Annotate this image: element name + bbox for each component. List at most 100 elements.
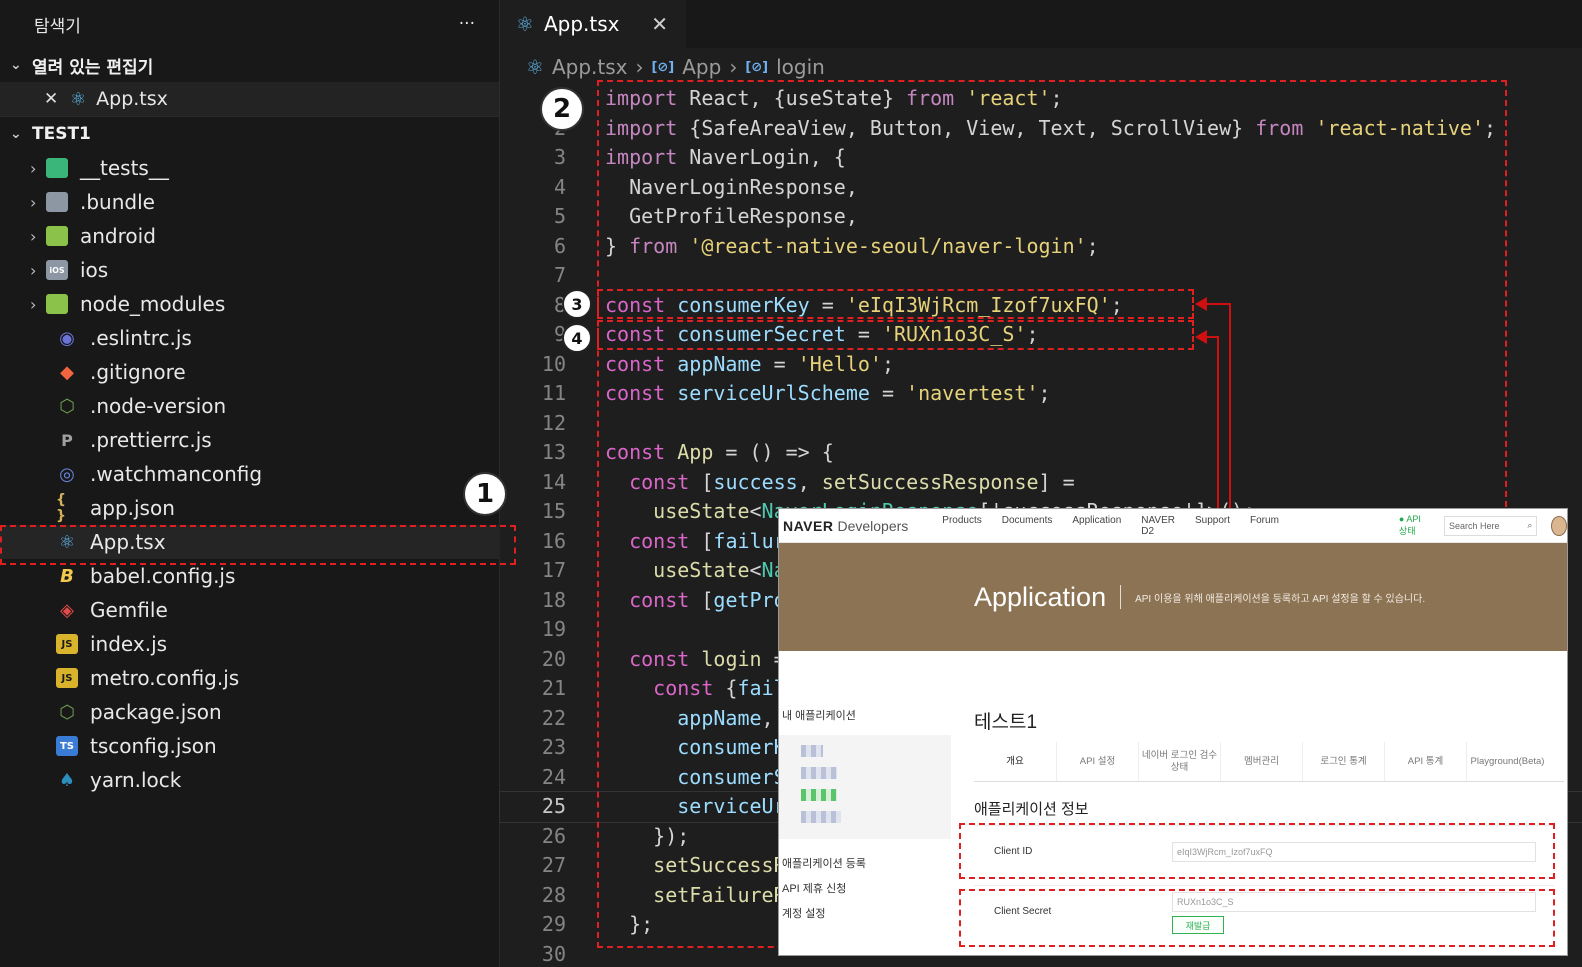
tab-app-tsx[interactable]: ⚛ App.tsx ✕ — [500, 0, 686, 48]
line-number: 10 — [541, 351, 566, 376]
line-number: 30 — [541, 941, 566, 966]
tree-item-yarn-lock[interactable]: ♠ yarn.lock — [0, 763, 500, 797]
tree-item-node-modules[interactable]: › node_modules — [0, 287, 500, 321]
folder-node-icon — [46, 294, 68, 314]
line-number: 28 — [541, 882, 566, 907]
tree-item-index-js[interactable]: JS index.js — [0, 627, 500, 661]
tab-overview[interactable]: 개요 — [974, 742, 1056, 781]
line-number: 23 — [541, 735, 566, 759]
tree-item-label: app.json — [90, 496, 175, 520]
highlight-app-tsx — [0, 525, 516, 565]
naver-logo[interactable]: NAVER — [783, 518, 833, 534]
tree-item-tsconfig[interactable]: TS tsconfig.json — [0, 729, 500, 763]
tree-item-gitignore[interactable]: ◆ .gitignore — [0, 355, 500, 389]
blurred-app-item[interactable] — [801, 811, 841, 823]
tab-members[interactable]: 멤버관리 — [1220, 742, 1302, 781]
line-number: 24 — [541, 764, 566, 789]
tree-item-label: android — [80, 224, 156, 248]
avatar[interactable] — [1551, 515, 1567, 536]
tree-item-ios[interactable]: › iOS ios — [0, 253, 500, 287]
blurred-app-item[interactable] — [801, 767, 837, 779]
folder-test-icon — [46, 158, 68, 178]
prettier-icon: P — [61, 430, 73, 450]
nav-item[interactable]: NAVER D2 — [1141, 515, 1175, 537]
close-icon[interactable]: ✕ — [651, 12, 668, 36]
react-icon: ⚛ — [70, 88, 87, 110]
register-app-link[interactable]: 애플리케이션 등록 — [782, 855, 951, 880]
close-icon[interactable]: ✕ — [44, 89, 70, 109]
tab-login-review[interactable]: 네이버 로그인 검수상태 — [1138, 742, 1220, 781]
folder-android-icon — [46, 226, 68, 246]
line-number: 4 — [553, 174, 566, 199]
app-tabs: 개요 API 설정 네이버 로그인 검수상태 멤버관리 로그인 통계 API 통… — [974, 742, 1564, 782]
nav-item[interactable]: Forum — [1250, 515, 1279, 537]
folder-icon — [46, 192, 68, 212]
side-links: 애플리케이션 등록 API 제휴 신청 계정 설정 — [779, 855, 951, 930]
line-number: 8 — [553, 292, 566, 317]
tree-item-eslintrc[interactable]: ◉ .eslintrc.js — [0, 321, 500, 355]
tree-item-package-json[interactable]: ⬡ package.json — [0, 695, 500, 729]
explorer-title: 탐색기 — [34, 16, 81, 37]
nodejs-icon: ⬡ — [59, 395, 75, 417]
blurred-app-item[interactable] — [801, 745, 823, 757]
tree-item-node-version[interactable]: ⬡ .node-version — [0, 389, 500, 423]
tab-playground[interactable]: Playground(Beta) — [1466, 742, 1548, 781]
tab-api-settings[interactable]: API 설정 — [1056, 742, 1138, 781]
open-editor-item[interactable]: ✕ ⚛ App.tsx — [0, 82, 499, 116]
tree-item-android[interactable]: › android — [0, 219, 500, 253]
breadcrumb-item[interactable]: App — [682, 55, 721, 79]
breadcrumb-item[interactable]: login — [776, 55, 825, 79]
naver-nav: Products Documents Application NAVER D2 … — [942, 515, 1279, 537]
tree-item-metro-config[interactable]: JS metro.config.js — [0, 661, 500, 695]
nav-item[interactable]: Documents — [1002, 515, 1053, 537]
more-actions-icon[interactable]: ··· — [459, 14, 475, 34]
tree-item-prettierrc[interactable]: P .prettierrc.js — [0, 423, 500, 457]
highlight-consumer-key — [597, 289, 1194, 319]
project-section[interactable]: ⌄ TEST1 — [0, 116, 499, 150]
account-settings-link[interactable]: 계정 설정 — [782, 905, 951, 930]
api-partnership-link[interactable]: API 제휴 신청 — [782, 880, 951, 905]
chevron-down-icon: ⌄ — [10, 125, 22, 142]
tree-item-label: package.json — [90, 700, 222, 724]
tree-item-label: yarn.lock — [90, 768, 182, 792]
tree-item-bundle[interactable]: › .bundle — [0, 185, 500, 219]
tree-item-label: .node-version — [90, 394, 227, 418]
tab-login-stats[interactable]: 로그인 통계 — [1302, 742, 1384, 781]
line-number: 27 — [541, 853, 566, 877]
line-number: 15 — [541, 499, 566, 523]
json-icon: { } — [56, 492, 66, 524]
my-apps-list — [779, 735, 951, 839]
tree-item-watchmanconfig[interactable]: ◎ .watchmanconfig — [0, 457, 500, 491]
line-number: 5 — [553, 204, 566, 228]
search-input[interactable]: Search Here ⌕ — [1444, 515, 1538, 536]
line-number: 14 — [541, 469, 566, 494]
my-apps-sidebar: 내 애플리케이션 애플리케이션 등록 API 제휴 신청 계정 설정 — [779, 707, 951, 930]
folder-ios-icon: iOS — [46, 260, 68, 280]
api-status[interactable]: ● API 상태 — [1399, 514, 1430, 537]
application-banner: Application API 이용을 위해 애플리케이션을 등록하고 API … — [779, 543, 1567, 651]
highlight-client-id — [959, 823, 1555, 879]
tree-item-label: index.js — [90, 632, 168, 656]
tsconfig-icon: TS — [56, 736, 78, 756]
open-editors-section[interactable]: ⌄ 열려 있는 편집기 — [0, 48, 499, 82]
step-badge-1: 1 — [463, 472, 507, 516]
line-number: 12 — [541, 410, 566, 435]
tree-item-app-json[interactable]: { } app.json — [0, 491, 500, 525]
watchman-icon: ◎ — [59, 463, 75, 485]
open-editor-label: App.tsx — [96, 88, 168, 110]
nav-item[interactable]: Products — [942, 515, 981, 537]
tab-api-stats[interactable]: API 통계 — [1384, 742, 1466, 781]
tree-item-gemfile[interactable]: ◈ Gemfile — [0, 593, 500, 627]
blurred-app-item[interactable] — [801, 789, 837, 801]
step-badge-3: 3 — [562, 289, 592, 319]
step-badge-2: 2 — [540, 87, 584, 131]
nav-item[interactable]: Support — [1195, 515, 1230, 537]
line-number: 29 — [541, 912, 566, 936]
tree-item-tests[interactable]: › __tests__ — [0, 151, 500, 185]
nav-item[interactable]: Application — [1072, 515, 1121, 537]
chevron-right-icon: › — [30, 294, 37, 314]
project-label: TEST1 — [32, 123, 91, 144]
breadcrumb-item[interactable]: App.tsx — [552, 55, 628, 79]
symbol-icon: [⊘] — [745, 59, 769, 75]
open-editors-label: 열려 있는 편집기 — [32, 57, 154, 78]
